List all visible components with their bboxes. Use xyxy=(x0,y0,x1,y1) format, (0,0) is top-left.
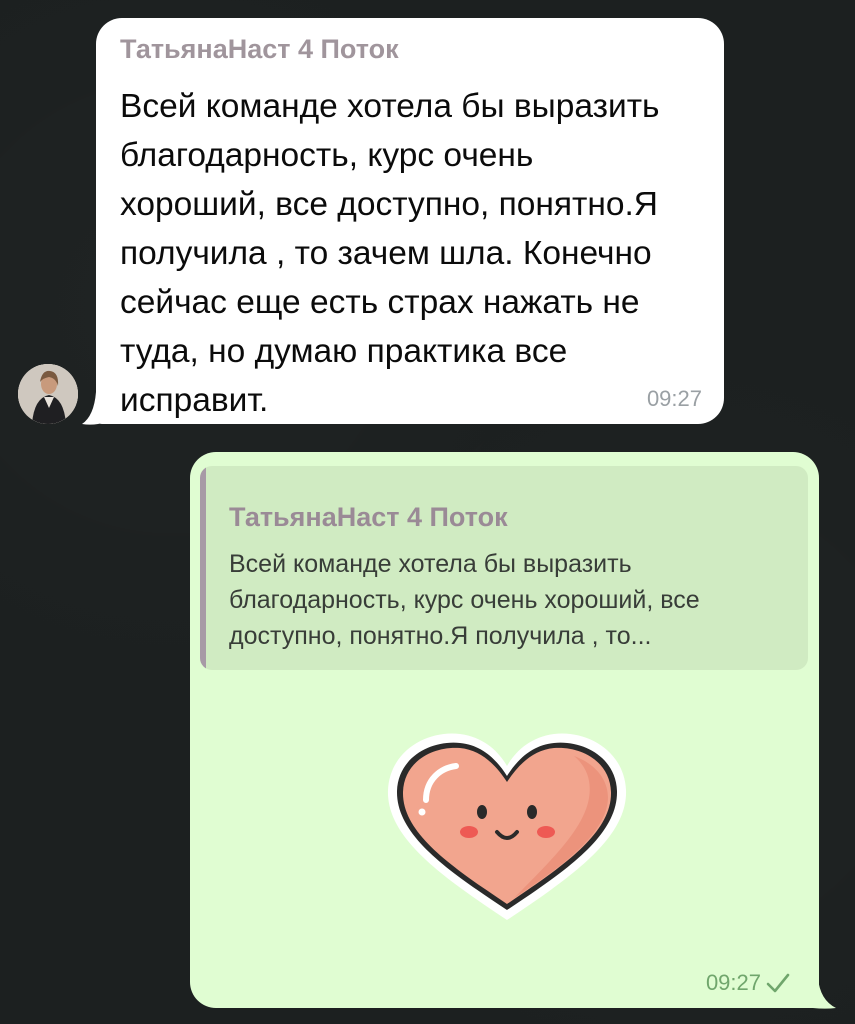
sender-avatar[interactable] xyxy=(18,364,78,424)
reply-quote-bar xyxy=(200,466,206,670)
reply-quote-text: Всей команде хотела бы выразить благодар… xyxy=(229,550,700,650)
sent-check-icon xyxy=(766,973,790,993)
outgoing-message-bubble[interactable]: ТатьянаНаст 4 Поток Всей команде хотела … xyxy=(190,452,819,1008)
reply-quote[interactable]: ТатьянаНаст 4 Поток Всей команде хотела … xyxy=(200,466,808,670)
sender-name[interactable]: ТатьянаНаст 4 Поток xyxy=(120,34,399,65)
message-time: 09:27 xyxy=(646,386,702,411)
smiling-heart-sticker[interactable] xyxy=(384,728,630,924)
avatar-photo xyxy=(18,364,78,424)
reply-quote-sender: ТатьянаНаст 4 Поток xyxy=(229,502,508,532)
message-time: 09:27 xyxy=(705,970,761,995)
message-text: Всей команде хотела бы выразить благодар… xyxy=(120,88,660,419)
incoming-message-bubble[interactable]: ТатьянаНаст 4 Поток Всей команде хотела … xyxy=(96,18,724,424)
